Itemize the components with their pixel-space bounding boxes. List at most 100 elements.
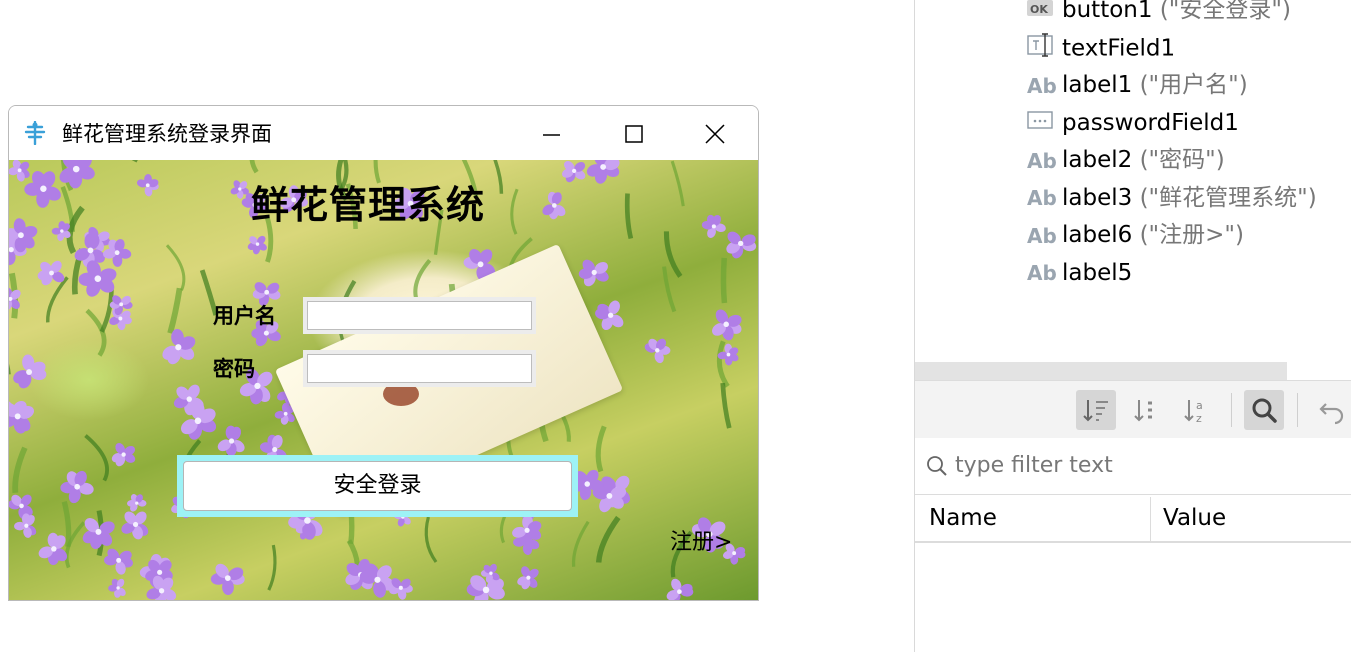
tree-item-button1[interactable]: OK button1 ("安全登录") xyxy=(1027,0,1291,25)
username-input[interactable] xyxy=(307,301,532,330)
tree-item-label2[interactable]: Ab label2 ("密码") xyxy=(1027,145,1225,175)
tree-item-label6[interactable]: Ab label6 ("注册>") xyxy=(1027,220,1244,250)
property-filter[interactable]: type filter text xyxy=(915,438,1351,495)
properties-toolbar: a z xyxy=(915,380,1351,439)
flower xyxy=(210,563,245,596)
flower xyxy=(217,425,245,457)
flower xyxy=(111,442,136,467)
sort-alpha-icon: a z xyxy=(1184,399,1203,425)
tree-item-name: label2 xyxy=(1062,147,1133,173)
search-button[interactable] xyxy=(1244,390,1284,430)
maximize-icon xyxy=(625,125,643,143)
filter-input[interactable]: type filter text xyxy=(955,453,1113,478)
flower xyxy=(712,309,742,341)
flower xyxy=(104,548,133,575)
flower xyxy=(121,511,149,540)
label-icon: Ab xyxy=(1027,261,1057,285)
filter-search-icon xyxy=(927,456,947,476)
window-title: 鲜花管理系统登录界面 xyxy=(62,122,272,146)
text-field-icon xyxy=(1027,32,1055,65)
label-icon: Ab xyxy=(1027,223,1057,248)
close-button[interactable] xyxy=(687,114,743,154)
horizontal-scrollbar-thumb[interactable] xyxy=(915,362,1287,380)
flower xyxy=(542,191,566,220)
sort-categorized-button[interactable] xyxy=(1076,390,1116,430)
title-bar[interactable]: 鲜花管理系统登录界面 xyxy=(9,106,758,160)
flower xyxy=(586,160,620,184)
flower xyxy=(24,170,61,208)
label-icon: Ab xyxy=(1027,186,1057,210)
label-icon: Ab xyxy=(1027,73,1057,98)
sort-alphabetical-button[interactable]: a z xyxy=(1178,390,1218,430)
register-link[interactable]: 注册> xyxy=(670,524,732,556)
flower xyxy=(595,300,624,331)
tree-item-text: ("用户名") xyxy=(1132,72,1248,98)
app-title: 鲜花管理系统 xyxy=(251,183,486,227)
minimize-icon xyxy=(543,134,560,136)
svg-text:z: z xyxy=(1196,412,1202,425)
sort-dependency-icon xyxy=(1134,400,1152,422)
column-header-name[interactable]: Name xyxy=(929,505,997,531)
flower xyxy=(644,338,671,364)
search-icon xyxy=(1252,398,1277,423)
toolbar-separator xyxy=(1231,393,1232,427)
flower xyxy=(389,578,413,600)
sort-categorized-icon xyxy=(1083,400,1108,422)
login-button[interactable]: 安全登录 xyxy=(177,455,578,517)
tree-item-text: ("注册>") xyxy=(1132,222,1244,248)
sort-dependency-button[interactable] xyxy=(1126,390,1166,430)
tree-item-label3[interactable]: Ab label3 ("鲜花管理系统") xyxy=(1027,183,1317,213)
flower xyxy=(14,513,37,538)
flower xyxy=(666,578,694,600)
maximize-button[interactable] xyxy=(605,114,661,154)
flower xyxy=(9,160,30,182)
flower xyxy=(561,160,586,183)
flower xyxy=(13,354,47,389)
wax-seal xyxy=(383,382,419,406)
panel-divider[interactable] xyxy=(914,0,915,652)
tree-item-text: ("密码") xyxy=(1132,147,1225,173)
svg-text:OK: OK xyxy=(1030,3,1048,16)
tree-item-label5[interactable]: Ab label5 xyxy=(1027,258,1132,288)
column-resize-handle[interactable] xyxy=(1150,497,1151,541)
login-panel: 鲜花管理系统 用户名 密码 安全登录 注册> xyxy=(9,160,758,600)
tree-item-name: label3 xyxy=(1062,184,1133,211)
password-field-icon xyxy=(1027,108,1055,138)
tree-item-name: label6 xyxy=(1062,222,1133,248)
label-icon: Ab xyxy=(1027,148,1057,173)
tree-item-name: textField1 xyxy=(1062,35,1176,61)
undo-icon xyxy=(1319,403,1344,425)
column-header-value[interactable]: Value xyxy=(1163,505,1226,531)
toolbar-separator xyxy=(1297,393,1298,427)
flower xyxy=(517,566,539,590)
flower xyxy=(108,578,126,598)
horizontal-scrollbar-track[interactable] xyxy=(1287,362,1351,380)
flower xyxy=(726,231,757,259)
tree-item-label1[interactable]: Ab label1 ("用户名") xyxy=(1027,70,1248,100)
preview-window: 鲜花管理系统登录界面 鲜花管理系统 用户名 密码 安全登录 注册> xyxy=(8,105,759,601)
tree-item-name: label1 xyxy=(1062,72,1133,98)
flower xyxy=(38,532,68,566)
flower xyxy=(180,401,217,440)
svg-text:a: a xyxy=(1196,399,1203,412)
tree-item-passwordField1[interactable]: passwordField1 xyxy=(1027,108,1239,138)
ok-button-icon: OK xyxy=(1027,0,1055,26)
app-icon xyxy=(24,121,46,145)
tree-item-text: ("安全登录") xyxy=(1152,0,1291,23)
tree-item-text: ("鲜花管理系统") xyxy=(1132,184,1317,211)
tree-item-name: button1 xyxy=(1062,0,1153,23)
undo-button[interactable] xyxy=(1311,390,1351,430)
flower xyxy=(60,470,94,504)
tree-item-textField1[interactable]: textField1 xyxy=(1027,32,1176,65)
flower xyxy=(162,329,196,365)
flower xyxy=(136,174,159,197)
tree-item-name: passwordField1 xyxy=(1062,109,1239,136)
password-input[interactable] xyxy=(307,354,532,383)
close-icon xyxy=(705,124,725,144)
flower xyxy=(247,235,267,255)
tree-item-name: label5 xyxy=(1062,259,1133,286)
minimize-button[interactable] xyxy=(523,114,579,154)
flower xyxy=(578,259,609,287)
username-label: 用户名 xyxy=(213,304,276,328)
flower xyxy=(701,214,726,238)
